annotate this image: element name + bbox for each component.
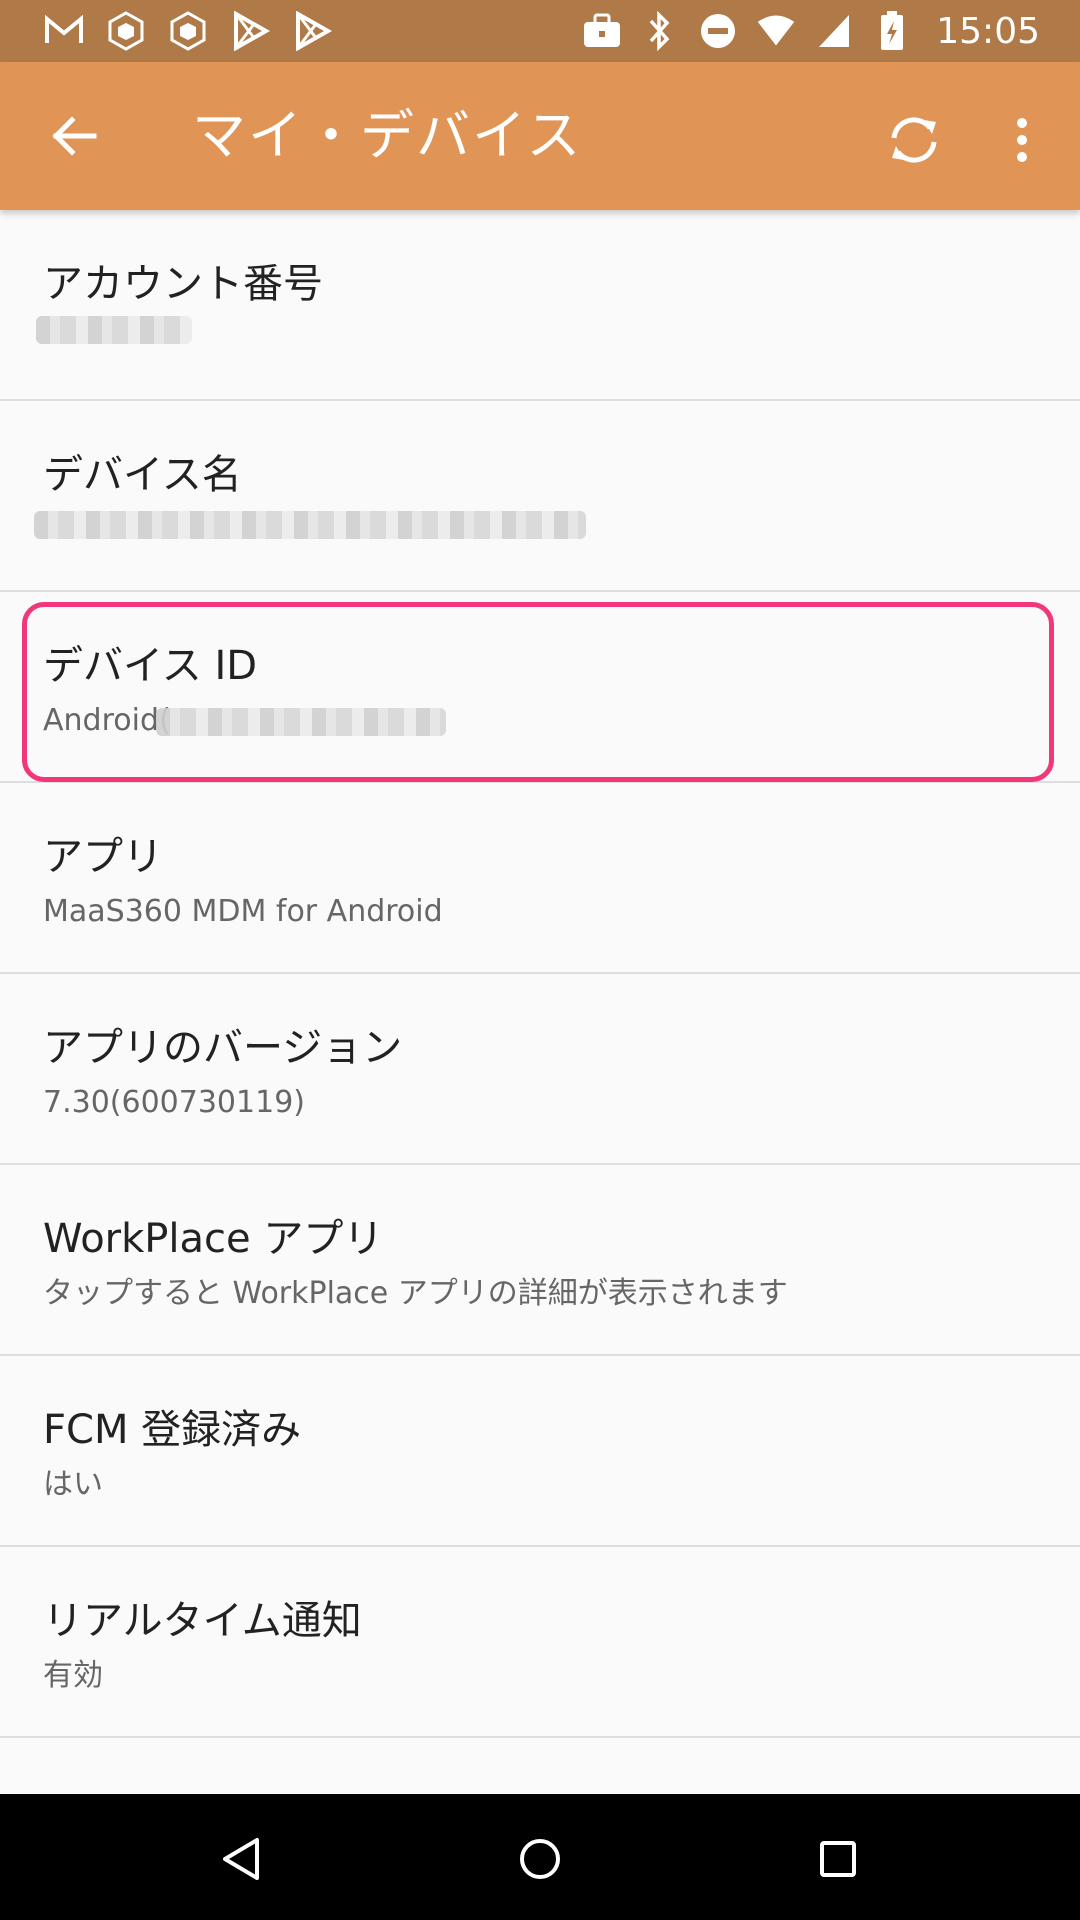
hex-app-icon [168,11,208,51]
mail-icon [44,11,84,51]
status-time: 15:05 [936,10,1040,52]
workplace-app-item[interactable]: WorkPlace アプリ タップすると WorkPlace アプリの詳細が表示… [0,1165,1080,1356]
circle-home-icon [520,1839,560,1879]
battery-charging-icon [872,11,912,51]
back-button[interactable] [36,106,112,166]
item-title: アカウント番号 [43,261,323,307]
nav-home-button[interactable] [505,1824,575,1894]
status-bar: 15:05 [0,0,1080,62]
signal-icon [814,11,854,51]
item-title: リアルタイム通知 [43,1598,362,1644]
item-title: FCM 登録済み [43,1407,302,1453]
play-store-icon [230,11,270,51]
device-name-item[interactable]: デバイス名 [0,401,1080,592]
item-title: WorkPlace アプリ [43,1216,384,1262]
item-subtitle: はい [43,1467,103,1502]
sync-icon [891,117,937,163]
bluetooth-icon [640,11,680,51]
wifi-icon [756,11,796,51]
play-store-icon [292,11,332,51]
arrow-back-icon [52,116,97,156]
app-bar: マイ・デバイス [0,62,1080,210]
briefcase-icon [582,11,622,51]
item-subtitle: MaaS360 MDM for Android [43,894,443,929]
more-vert-icon [1017,118,1027,162]
square-recents-icon [820,1841,856,1877]
navigation-bar [0,1794,1080,1920]
item-title: アプリ [43,834,163,880]
notification-icons [44,8,332,54]
item-subtitle: 有効 [43,1658,103,1693]
item-title: アプリのバージョン [43,1025,403,1071]
overflow-menu-button[interactable] [1004,104,1040,176]
system-icons: 15:05 [582,8,1040,54]
do-not-disturb-icon [698,11,738,51]
redacted-value [34,511,586,539]
nav-back-button[interactable] [206,1824,276,1894]
device-info-list: アカウント番号 デバイス名 デバイス ID Android( アプリ MaaS3… [0,210,1080,1738]
item-title: デバイス名 [43,452,242,498]
fcm-registered-item[interactable]: FCM 登録済み はい [0,1356,1080,1547]
page-title: マイ・デバイス [192,104,583,167]
triangle-back-icon [223,1838,259,1880]
hex-app-icon [106,11,146,51]
app-version-item[interactable]: アプリのバージョン 7.30(600730119) [0,974,1080,1165]
item-subtitle: 7.30(600730119) [43,1085,305,1120]
redacted-value [36,316,192,344]
app-item[interactable]: アプリ MaaS360 MDM for Android [0,783,1080,974]
sync-button[interactable] [878,104,950,176]
nav-recents-button[interactable] [803,1824,873,1894]
item-subtitle: タップすると WorkPlace アプリの詳細が表示されます [43,1276,788,1311]
account-number-item[interactable]: アカウント番号 [0,210,1080,401]
highlight-frame [22,602,1054,782]
realtime-notification-item[interactable]: リアルタイム通知 有効 [0,1547,1080,1738]
